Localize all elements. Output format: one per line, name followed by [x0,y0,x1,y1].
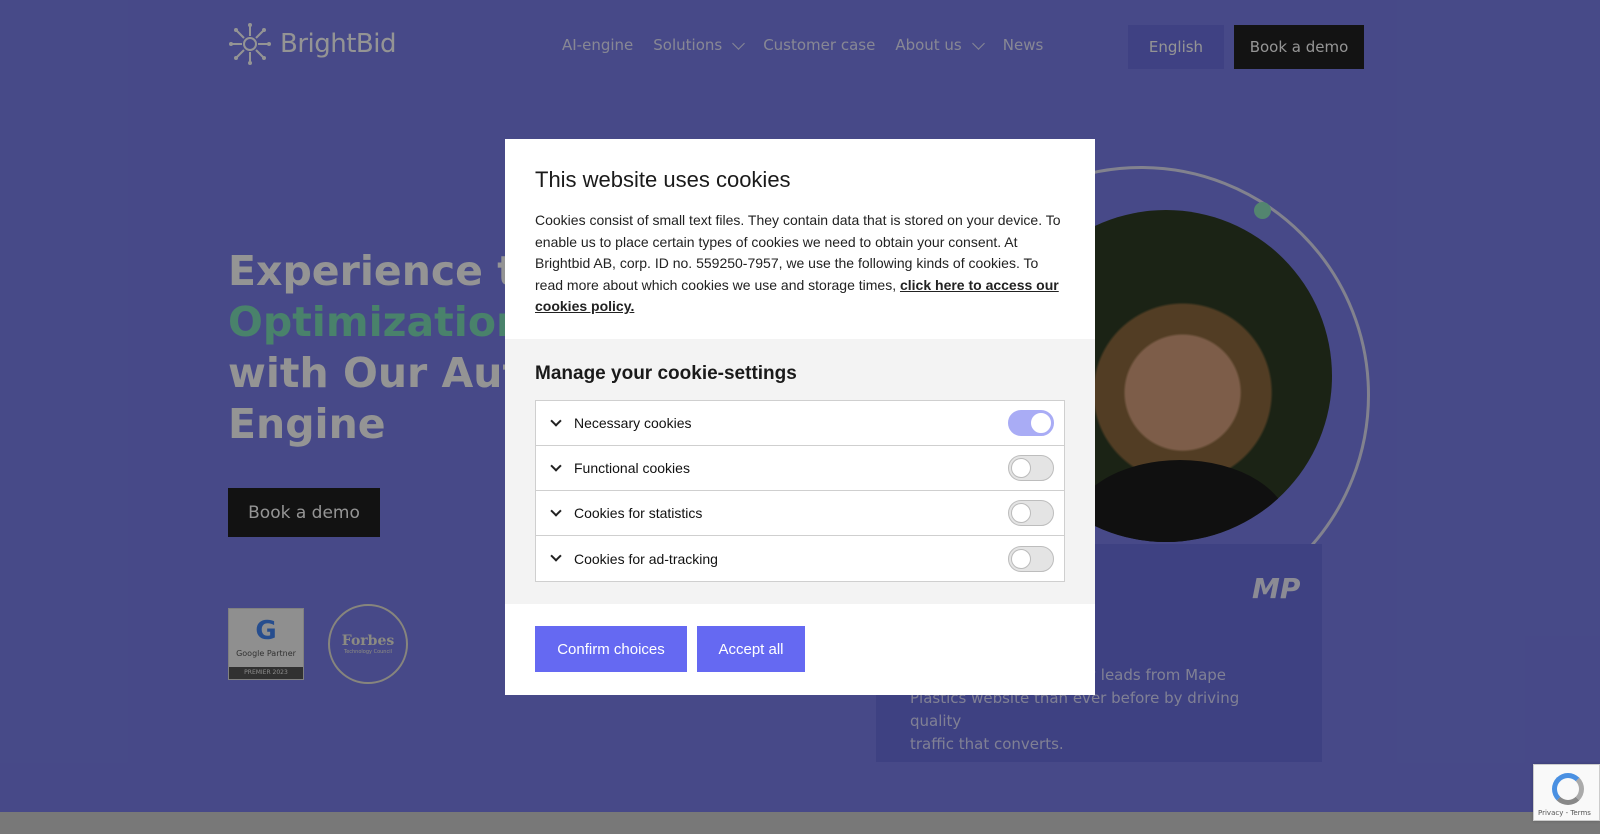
ad-tracking-cookies-toggle[interactable] [1008,545,1054,572]
modal-intro: This website uses cookies Cookies consis… [505,139,1095,339]
chevron-down-icon[interactable] [550,459,562,472]
necessary-cookies-toggle[interactable] [1008,410,1054,436]
cookie-row-necessary[interactable]: Necessary cookies [536,401,1064,446]
toggle-knob [1031,413,1051,433]
cookie-row-label: Cookies for ad-tracking [574,550,718,567]
toggle-knob [1011,458,1031,478]
statistics-cookies-toggle[interactable] [1008,500,1054,526]
recaptcha-badge[interactable]: Privacy - Terms [1533,764,1600,821]
cookie-consent-modal: This website uses cookies Cookies consis… [505,139,1095,695]
toggle-knob [1011,548,1031,569]
chevron-down-icon[interactable] [550,504,562,517]
cookie-category-list: Necessary cookies Functional cookies Coo… [535,400,1065,582]
modal-title: This website uses cookies [535,167,791,192]
cookie-row-label: Necessary cookies [574,415,692,431]
cookie-row-label: Cookies for statistics [574,505,703,521]
functional-cookies-toggle[interactable] [1008,455,1054,481]
cookie-row-label: Functional cookies [574,460,690,476]
manage-settings-title: Manage your cookie-settings [535,363,797,384]
modal-description: Cookies consist of small text files. The… [535,210,1065,318]
recaptcha-icon [1552,773,1584,805]
cookie-settings-section: Manage your cookie-settings Necessary co… [505,339,1095,604]
chevron-down-icon[interactable] [550,414,562,427]
recaptcha-text: Privacy - Terms [1538,809,1591,817]
cookie-row-ad-tracking[interactable]: Cookies for ad-tracking [536,536,1064,581]
toggle-knob [1011,503,1031,523]
chevron-down-icon[interactable] [550,550,562,562]
cookie-row-functional[interactable]: Functional cookies [536,446,1064,491]
modal-actions: Confirm choices Accept all [535,626,805,672]
cookie-row-statistics[interactable]: Cookies for statistics [536,491,1064,536]
accept-all-button[interactable]: Accept all [697,626,805,672]
confirm-choices-button[interactable]: Confirm choices [535,626,687,672]
